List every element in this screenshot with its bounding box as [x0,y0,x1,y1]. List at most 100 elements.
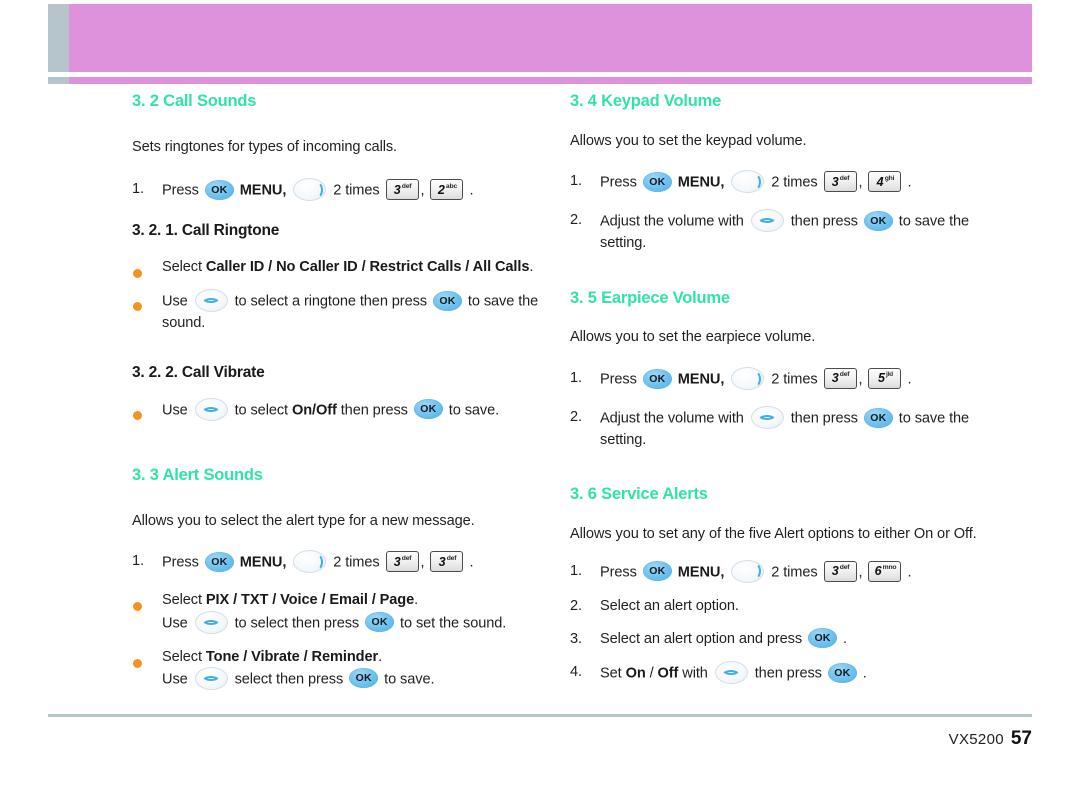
bullet-text: Use to select a ringtone then press OK t… [162,289,552,334]
bullet-marker [132,399,162,420]
select-ringtone-label: to select a ringtone then press [230,293,431,310]
ok-key-icon[interactable]: OK [863,407,893,428]
step-marker: 3. [570,630,582,647]
step-service-alerts-4: 4. Set On / Off with then press OK . [570,661,990,685]
right-column: 3. 4 Keypad Volume Allows you to set the… [570,92,990,685]
comma-separator: , [420,182,425,199]
bullet-text: Select PIX / TXT / Voice / Email / Page. [162,590,552,611]
step-service-alerts-3: 3. Select an alert option and press OK . [570,628,990,650]
heading-alert-sounds: 3. 3 Alert Sounds [132,465,263,484]
bullet-dot-icon [133,302,142,312]
intro-service-alerts: Allows you to set any of the five Alert … [570,526,977,543]
ok-key-icon[interactable]: OK [365,612,395,633]
press-label: Press [162,182,199,199]
footer-page-number: 57 [1010,728,1032,749]
menu-label: MENU, [239,182,287,199]
step-text: Press OK MENU, 2 times 3 def, 6 mno . [600,559,990,584]
then-press-label: then press [786,410,862,427]
key-3-icon[interactable]: 3 def [385,551,419,573]
times-label: 2 times [333,554,380,571]
key-4-icon[interactable]: 4 ghi [868,171,902,193]
ok-key-icon[interactable]: OK [642,171,672,192]
nav-left-right-key-icon[interactable] [293,550,327,574]
heading-call-ringtone: 3. 2. 1. Call Ringtone [132,222,280,240]
ok-key-icon[interactable]: OK [863,210,893,231]
key-5-icon[interactable]: 5 jkl [868,368,902,390]
key-3-icon[interactable]: 3 def [823,171,857,193]
adjust-volume-label: Adjust the volume with [600,410,748,427]
nav-up-down-key-icon[interactable] [750,209,784,233]
heading-call-sounds: 3. 2 Call Sounds [132,92,257,110]
ok-key-icon[interactable]: OK [642,561,672,582]
select-label: Select [162,259,206,276]
step-earpiece-volume-1: 1. Press OK MENU, 2 times 3 def, 5 jkl . [570,367,990,391]
ok-key-icon[interactable]: OK [204,179,234,200]
key-2-icon[interactable]: 2 abc [430,179,464,201]
bullet-call-vibrate-1: Use to select On/Off then press OK to sa… [132,397,552,422]
nav-up-down-key-icon[interactable] [194,289,228,313]
period: . [469,182,474,199]
nav-up-down-key-icon[interactable] [194,666,228,690]
nav-left-right-key-icon[interactable] [293,178,327,202]
press-label: Press [162,554,199,571]
press-label: Press [600,174,637,191]
ok-key-icon[interactable]: OK [413,399,443,420]
bullet-dot-icon [133,269,142,279]
intro-keypad-volume: Allows you to set the keypad volume. [570,132,807,149]
footer: VX5200 57 [949,728,1032,750]
step-alert-sounds-1: 1. Press OK MENU, 2 times 3 def, 3 def . [132,550,552,574]
period: . [907,174,912,191]
period: . [907,564,912,581]
bullet-call-ringtone-1: Select Caller ID / No Caller ID / Restri… [132,257,552,279]
step-marker: 1. [570,370,582,387]
heading-call-vibrate: 3. 2. 2. Call Vibrate [132,364,265,382]
nav-up-down-key-icon[interactable] [750,406,784,430]
bullet-text: Select Tone / Vibrate / Reminder. [162,647,552,668]
key-3-icon[interactable]: 3 def [823,560,857,582]
press-label: Press [600,371,637,388]
to-save-label: to save. [380,671,435,688]
nav-left-right-key-icon[interactable] [731,367,765,391]
then-press-label: then press [786,213,862,230]
ok-key-icon[interactable]: OK [204,551,234,572]
bullet-alert-sounds-1-continuation: Use to select then press OK to set the s… [132,610,552,635]
press-label: Press [600,564,637,581]
ok-key-icon[interactable]: OK [642,368,672,389]
period: . [414,592,419,609]
period: . [862,665,867,682]
menu-label: MENU, [239,554,287,571]
nav-up-down-key-icon[interactable] [194,610,228,634]
period: . [529,259,534,276]
ok-key-icon[interactable]: OK [808,628,838,649]
nav-left-right-key-icon[interactable] [731,170,765,194]
nav-up-down-key-icon[interactable] [714,661,748,685]
key-3-icon[interactable]: 3 def [385,179,419,201]
ok-key-icon[interactable]: OK [432,290,462,311]
heading-earpiece-volume: 3. 5 Earpiece Volume [570,288,730,307]
nav-up-down-key-icon[interactable] [194,397,228,421]
to-select-label: to select [230,402,292,419]
alert-type-options: PIX / TXT / Voice / Email / Page [205,592,415,609]
step-marker: 1. [132,181,144,198]
header-banner [48,4,1032,72]
to-save-label: to save. [444,402,500,419]
intro-call-sounds: Sets ringtones for types of incoming cal… [132,138,398,155]
comma-separator: , [858,371,863,388]
step-marker: 2. [570,409,582,426]
header-accent-strip-tab [48,77,69,84]
step-marker: 2. [570,597,582,614]
ok-key-icon[interactable]: OK [827,662,857,683]
off-option: Off [657,665,679,682]
step-keypad-volume-2: 2. Adjust the volume with then press OK … [570,209,990,254]
step-text: Press OK MENU, 2 times 3 def, 4 ghi . [600,170,990,194]
ok-key-icon[interactable]: OK [349,668,379,689]
key-6-icon[interactable]: 6 mno [868,560,902,582]
step-marker: 1. [570,562,582,579]
key-3-icon-2[interactable]: 3 def [430,551,464,573]
footer-model-label: VX5200 [948,731,1004,748]
bullet-text: Select Caller ID / No Caller ID / Restri… [162,257,552,278]
key-3-icon[interactable]: 3 def [823,368,857,390]
step-text: Adjust the volume with then press OK to … [600,406,990,451]
use-label: Use [162,402,192,419]
nav-left-right-key-icon[interactable] [731,559,765,583]
